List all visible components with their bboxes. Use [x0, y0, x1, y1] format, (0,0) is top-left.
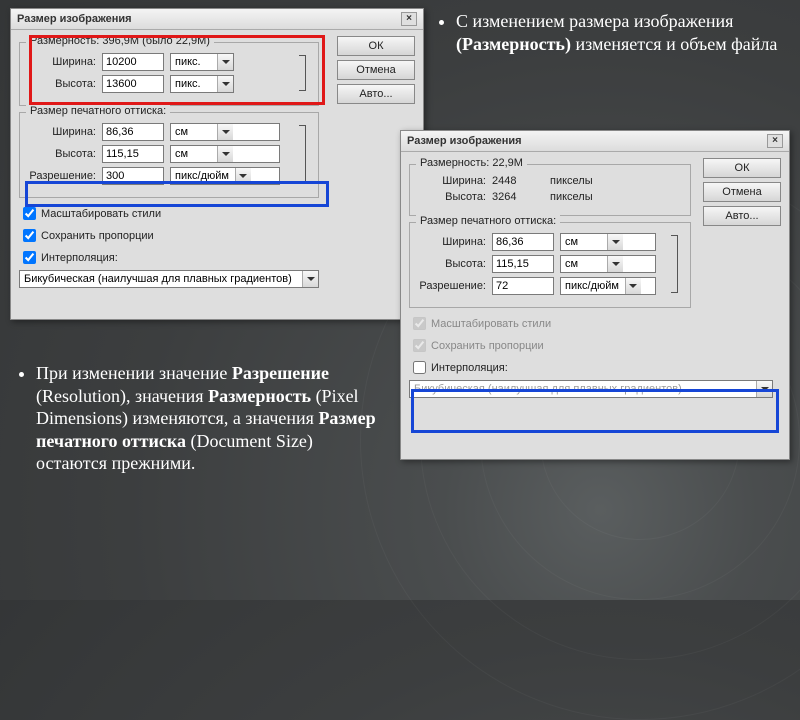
chevron-down-icon[interactable] [235, 168, 251, 184]
width-unit-select[interactable]: пикс. [170, 53, 234, 71]
dialog-buttons: ОК Отмена Авто... [337, 36, 415, 104]
link-icon [296, 119, 310, 189]
doc-height-unit-select[interactable]: см [170, 145, 280, 163]
chevron-down-icon[interactable] [217, 54, 233, 70]
width-input[interactable] [102, 53, 164, 71]
interpolation-method-select: Бикубическая (наилучшая для плавных град… [409, 380, 773, 398]
resolution-label: Разрешение: [28, 170, 96, 182]
group-title: Размерность: 22,9М [416, 157, 527, 169]
annotation-2: При изменении значение Разрешение (Resol… [20, 362, 380, 475]
height-label: Высота: [418, 191, 486, 203]
chevron-down-icon[interactable] [302, 271, 318, 287]
annotation-text: С изменением размера изображения (Размер… [456, 10, 790, 55]
interpolation-checkbox[interactable]: Интерполяция: [19, 248, 415, 267]
resolution-unit-select[interactable]: пикс/дюйм [170, 167, 280, 185]
link-icon [296, 49, 310, 97]
dialog-title: Размер изображения [17, 13, 132, 25]
resolution-input[interactable] [492, 277, 554, 295]
height-input[interactable] [102, 75, 164, 93]
doc-height-input[interactable] [492, 255, 554, 273]
doc-width-input[interactable] [102, 123, 164, 141]
scale-styles-checkbox[interactable]: Масштабировать стили [19, 204, 415, 223]
scale-styles-checkbox: Масштабировать стили [409, 314, 781, 333]
ok-button[interactable]: ОК [703, 158, 781, 178]
close-icon[interactable]: × [401, 12, 417, 26]
annotation-1: С изменением размера изображения (Размер… [440, 10, 790, 55]
document-size-group: Размер печатного оттиска: Ширина: см Выс… [409, 222, 691, 308]
interpolation-checkbox[interactable]: Интерполяция: [409, 358, 781, 377]
height-unit-select[interactable]: пикс. [170, 75, 234, 93]
dialog-buttons: ОК Отмена Авто... [703, 158, 781, 226]
group-title: Размер печатного оттиска: [416, 215, 560, 227]
image-size-dialog-1: Размер изображения × ОК Отмена Авто... Р… [10, 8, 424, 320]
chevron-down-icon[interactable] [217, 124, 233, 140]
annotation-text: При изменении значение Разрешение (Resol… [36, 362, 380, 475]
close-icon[interactable]: × [767, 134, 783, 148]
chevron-down-icon[interactable] [217, 76, 233, 92]
doc-width-label: Ширина: [418, 236, 486, 248]
titlebar[interactable]: Размер изображения × [11, 9, 423, 30]
group-title: Размер печатного оттиска: [26, 105, 170, 117]
auto-button[interactable]: Авто... [703, 206, 781, 226]
width-value: 2448 [492, 175, 544, 187]
cancel-button[interactable]: Отмена [337, 60, 415, 80]
width-label: Ширина: [28, 56, 96, 68]
doc-height-label: Высота: [28, 148, 96, 160]
doc-height-unit-select[interactable]: см [560, 255, 656, 273]
ok-button[interactable]: ОК [337, 36, 415, 56]
height-value: 3264 [492, 191, 544, 203]
auto-button[interactable]: Авто... [337, 84, 415, 104]
chevron-down-icon[interactable] [625, 278, 641, 294]
titlebar[interactable]: Размер изображения × [401, 131, 789, 152]
doc-width-unit-select[interactable]: см [170, 123, 280, 141]
resolution-label: Разрешение: [418, 280, 486, 292]
resolution-input[interactable] [102, 167, 164, 185]
chevron-down-icon [756, 381, 772, 397]
doc-width-label: Ширина: [28, 126, 96, 138]
constrain-proportions-checkbox: Сохранить пропорции [409, 336, 781, 355]
pixel-dimensions-group: Размерность: 22,9М Ширина: 2448 пикселы … [409, 164, 691, 216]
unit-label: пикселы [550, 175, 593, 187]
chevron-down-icon[interactable] [607, 234, 623, 250]
group-title: Размерность: 396,9М (было 22,9М) [26, 35, 214, 47]
resolution-unit-select[interactable]: пикс/дюйм [560, 277, 656, 295]
unit-label: пикселы [550, 191, 593, 203]
chevron-down-icon[interactable] [607, 256, 623, 272]
cancel-button[interactable]: Отмена [703, 182, 781, 202]
doc-width-unit-select[interactable]: см [560, 233, 656, 251]
doc-height-input[interactable] [102, 145, 164, 163]
doc-height-label: Высота: [418, 258, 486, 270]
link-icon [668, 229, 682, 299]
document-size-group: Размер печатного оттиска: Ширина: см Выс… [19, 112, 319, 198]
doc-width-input[interactable] [492, 233, 554, 251]
image-size-dialog-2: Размер изображения × ОК Отмена Авто... Р… [400, 130, 790, 460]
constrain-proportions-checkbox[interactable]: Сохранить пропорции [19, 226, 415, 245]
interpolation-method-select[interactable]: Бикубическая (наилучшая для плавных град… [19, 270, 319, 288]
height-label: Высота: [28, 78, 96, 90]
dialog-title: Размер изображения [407, 135, 522, 147]
pixel-dimensions-group: Размерность: 396,9М (было 22,9М) Ширина:… [19, 42, 319, 106]
chevron-down-icon[interactable] [217, 146, 233, 162]
width-label: Ширина: [418, 175, 486, 187]
